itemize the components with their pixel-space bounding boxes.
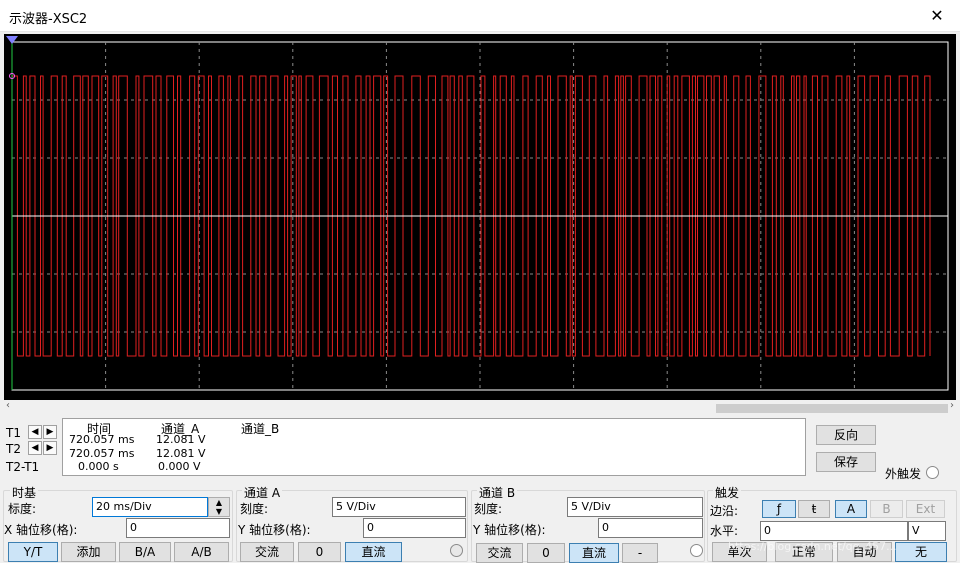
trigger-title: 触发 (713, 484, 742, 501)
t2-channel-a: 12.081 V (156, 447, 206, 460)
channel-b-dc-button[interactable]: 直流 (569, 543, 619, 563)
reverse-button[interactable]: 反向 (816, 425, 876, 445)
trigger-none-button[interactable]: 无 (895, 542, 947, 562)
channel-a-zero-button[interactable]: 0 (298, 542, 341, 562)
watermark: https://blog.csdn.net/qq_457... (728, 540, 897, 553)
trigger-source-b-button[interactable]: B (870, 500, 903, 518)
close-icon[interactable]: ✕ (914, 0, 960, 32)
diff-channel-a: 0.000 V (158, 460, 201, 473)
timebase-spinner-icon[interactable]: ▲ ▼ (208, 497, 230, 517)
t2-left-arrow-icon[interactable]: ◀ (28, 441, 42, 455)
trigger-edge-label: 边沿: (710, 504, 739, 518)
waveform-display (6, 36, 949, 391)
channel-a-ac-button[interactable]: 交流 (240, 542, 294, 562)
channel-b-ypos-label: Y 轴位移(格): (473, 523, 546, 537)
t2-right-arrow-icon[interactable]: ▶ (43, 441, 57, 455)
scroll-left-icon[interactable]: ‹ (6, 400, 10, 411)
channel-a-title: 通道 A (242, 484, 283, 501)
t1-left-arrow-icon[interactable]: ◀ (28, 425, 42, 439)
mode-ab-button[interactable]: A/B (174, 542, 229, 562)
diff-time: 0.000 s (78, 460, 119, 473)
channel-b-scale-label: 刻度: (474, 502, 503, 516)
mode-ba-button[interactable]: B/A (119, 542, 171, 562)
channel-b-zero-button[interactable]: 0 (527, 543, 565, 563)
channel-a-radio[interactable] (450, 544, 463, 557)
timebase-xpos-field[interactable]: 0 (126, 518, 230, 538)
timebase-xpos-label: X 轴位移(格): (4, 523, 78, 537)
t2-t1-label: T2-T1 (6, 460, 40, 474)
trigger-level-field[interactable]: 0 (760, 521, 908, 541)
channel-a-ypos-label: Y 轴位移(格): (238, 523, 311, 537)
trigger-source-a-button[interactable]: A (835, 500, 867, 518)
t1-channel-a: 12.081 V (156, 433, 206, 446)
t1-time: 720.057 ms (69, 433, 135, 446)
trigger-level-unit[interactable]: V (908, 521, 946, 541)
scroll-right-icon[interactable]: › (950, 400, 954, 411)
channel-a-ypos-field[interactable]: 0 (363, 518, 466, 538)
channel-a-scale-label: 刻度: (240, 502, 269, 516)
channel-a-dc-button[interactable]: 直流 (345, 542, 402, 562)
falling-edge-icon[interactable]: ŧ (798, 500, 830, 518)
header-channel-b: 通道_B (241, 422, 280, 436)
trigger-level-label: 水平: (710, 524, 739, 538)
timebase-title: 时基 (10, 484, 39, 501)
title-bar: 示波器-XSC2 ✕ (0, 0, 960, 32)
channel-b-minus-button[interactable]: - (622, 543, 658, 563)
external-trigger-label: 外触发 (885, 467, 922, 481)
channel-b-title: 通道 B (477, 484, 518, 501)
trigger-marker-icon (6, 36, 18, 44)
measurement-readout: 时间 通道_A 通道_B 720.057 ms 12.081 V 720.057… (62, 418, 806, 476)
channel-b-radio[interactable] (690, 544, 703, 557)
timebase-scale-field[interactable]: 20 ms/Div (92, 497, 208, 517)
t2-label: T2 (6, 442, 21, 456)
horizontal-scrollbar[interactable]: ‹ › (4, 400, 956, 414)
window-title: 示波器-XSC2 (9, 12, 88, 27)
rising-edge-icon[interactable]: ƒ (762, 500, 796, 518)
save-button[interactable]: 保存 (816, 452, 876, 472)
external-trigger-radio[interactable] (926, 466, 939, 479)
t1-label: T1 (6, 426, 21, 440)
oscilloscope-screen (4, 34, 956, 400)
t2-time: 720.057 ms (69, 447, 135, 460)
trigger-source-ext-button[interactable]: Ext (906, 500, 945, 518)
scroll-thumb[interactable] (716, 404, 948, 413)
channel-b-ypos-field[interactable]: 0 (598, 518, 703, 538)
channel-a-scale-field[interactable]: 5 V/Div (332, 497, 466, 517)
channel-b-ac-button[interactable]: 交流 (476, 543, 523, 563)
mode-yt-button[interactable]: Y/T (8, 542, 58, 562)
t1-right-arrow-icon[interactable]: ▶ (43, 425, 57, 439)
mode-add-button[interactable]: 添加 (61, 542, 116, 562)
timebase-scale-label: 标度: (8, 502, 37, 516)
channel-b-scale-field[interactable]: 5 V/Div (567, 497, 703, 517)
